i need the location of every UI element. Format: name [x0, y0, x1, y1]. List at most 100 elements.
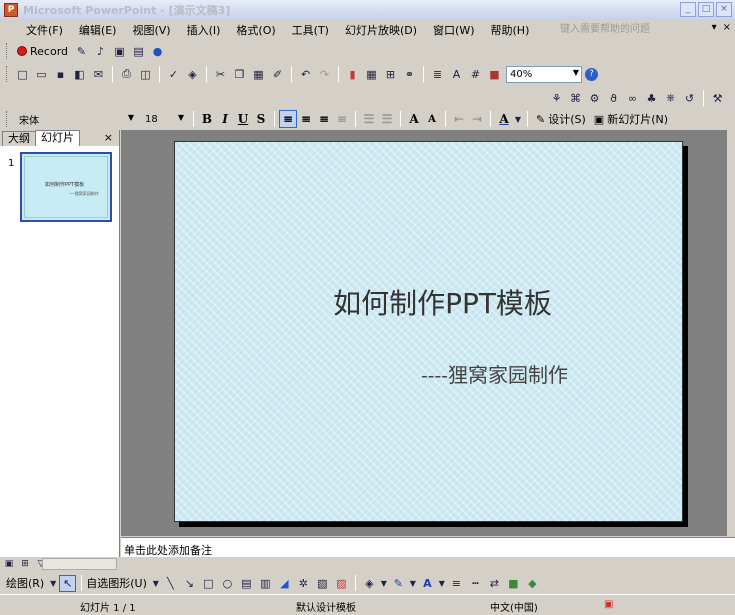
- show-formatting-icon[interactable]: A: [448, 66, 465, 83]
- font-name-select[interactable]: 宋体 ▼: [15, 111, 137, 128]
- animation-tool-3-icon[interactable]: ⚙: [586, 90, 603, 107]
- powerpoint-logo-icon[interactable]: P: [4, 3, 18, 17]
- design-button[interactable]: ✎ 设计(S): [532, 111, 590, 127]
- cut-icon[interactable]: ✂: [212, 66, 229, 83]
- arrow-style-icon[interactable]: ⇄: [486, 575, 503, 592]
- show-grid-icon[interactable]: #: [467, 66, 484, 83]
- animation-tool-9-icon[interactable]: ⚒: [709, 90, 726, 107]
- increase-indent-icon[interactable]: ⇥: [468, 110, 486, 128]
- chevron-down-icon[interactable]: ▼: [409, 575, 417, 592]
- justify-icon[interactable]: ≡: [333, 110, 351, 128]
- permission-icon[interactable]: ◧: [71, 66, 88, 83]
- menu-file[interactable]: 文件(F): [18, 22, 71, 38]
- folder-icon[interactable]: ▤: [130, 43, 147, 60]
- animation-tool-6-icon[interactable]: ♣: [643, 90, 660, 107]
- normal-view-icon[interactable]: ▣: [3, 558, 15, 570]
- font-size-select[interactable]: 18 ▼: [141, 111, 187, 128]
- increase-font-icon[interactable]: A: [405, 110, 423, 128]
- doc-menu-arrow-icon[interactable]: ▾: [712, 22, 717, 33]
- print-preview-icon[interactable]: ◫: [137, 66, 154, 83]
- narration-icon[interactable]: ♪: [92, 43, 109, 60]
- chevron-down-icon[interactable]: ▼: [438, 575, 446, 592]
- vertical-textbox-icon[interactable]: ▥: [257, 575, 274, 592]
- slide-subtitle[interactable]: ----狸窝家园制作: [421, 359, 568, 388]
- line-icon[interactable]: ╲: [162, 575, 179, 592]
- font-color-icon[interactable]: A: [419, 575, 436, 592]
- pen-icon[interactable]: ✎: [73, 43, 90, 60]
- email-icon[interactable]: ✉: [90, 66, 107, 83]
- align-center-icon[interactable]: ≡: [297, 110, 315, 128]
- font-color-icon[interactable]: A: [495, 110, 513, 128]
- animation-tool-7-icon[interactable]: ⎈: [662, 90, 679, 107]
- wordart-icon[interactable]: ◢: [276, 575, 293, 592]
- chevron-down-icon[interactable]: ▼: [152, 575, 160, 592]
- animation-tool-8-icon[interactable]: ↺: [681, 90, 698, 107]
- redo-icon[interactable]: ↷: [316, 66, 333, 83]
- horizontal-scrollbar[interactable]: [42, 558, 117, 570]
- menu-help[interactable]: 帮助(H): [483, 22, 538, 38]
- new-icon[interactable]: □: [14, 66, 31, 83]
- tab-slides[interactable]: 幻灯片: [35, 130, 80, 146]
- align-right-icon[interactable]: ≡: [315, 110, 333, 128]
- draw-menu[interactable]: 绘图(R): [6, 575, 48, 591]
- dash-style-icon[interactable]: ┅: [467, 575, 484, 592]
- decrease-indent-icon[interactable]: ⇤: [450, 110, 468, 128]
- numbering-icon[interactable]: ☰: [360, 110, 378, 128]
- spelling-status-icon[interactable]: ▣: [604, 599, 613, 610]
- line-style-icon[interactable]: ≡: [448, 575, 465, 592]
- minimize-button[interactable]: _: [680, 2, 696, 17]
- toolbar-grip[interactable]: [6, 43, 9, 59]
- research-icon[interactable]: ◈: [184, 66, 201, 83]
- animation-tool-1-icon[interactable]: ⚘: [548, 90, 565, 107]
- insert-chart-icon[interactable]: ▮: [344, 66, 361, 83]
- spelling-icon[interactable]: ✓: [165, 66, 182, 83]
- oval-icon[interactable]: ○: [219, 575, 236, 592]
- help-icon[interactable]: ●: [149, 43, 166, 60]
- copy-icon[interactable]: ❐: [231, 66, 248, 83]
- slide-thumbnail[interactable]: 如何制作PPT模板 ----狸窝家园制作: [20, 152, 112, 222]
- bold-button[interactable]: B: [198, 110, 216, 128]
- menu-format[interactable]: 格式(O): [228, 22, 283, 38]
- menu-edit[interactable]: 编辑(E): [71, 22, 125, 38]
- zoom-select[interactable]: 40% ▼: [506, 65, 582, 83]
- vertical-scrollbar[interactable]: [727, 130, 735, 536]
- fill-color-icon[interactable]: ◈: [361, 575, 378, 592]
- close-icon[interactable]: ×: [104, 131, 113, 144]
- shadow-style-icon[interactable]: ■: [505, 575, 522, 592]
- textbox-icon[interactable]: ▤: [238, 575, 255, 592]
- shadow-button[interactable]: S: [252, 110, 270, 128]
- animation-tool-4-icon[interactable]: ϑ: [605, 90, 622, 107]
- new-slide-button[interactable]: ▣ 新幻灯片(N): [590, 111, 672, 127]
- doc-close-icon[interactable]: ×: [723, 22, 731, 33]
- menu-window[interactable]: 窗口(W): [425, 22, 482, 38]
- menu-view[interactable]: 视图(V): [124, 22, 178, 38]
- expand-all-icon[interactable]: ≣: [429, 66, 446, 83]
- slide-sorter-icon[interactable]: ⊞: [19, 558, 31, 570]
- bullets-icon[interactable]: ☰: [378, 110, 396, 128]
- arrow-icon[interactable]: ↘: [181, 575, 198, 592]
- paste-icon[interactable]: ▦: [250, 66, 267, 83]
- save-icon[interactable]: ▪: [52, 66, 69, 83]
- menu-slideshow[interactable]: 幻灯片放映(D): [337, 22, 425, 38]
- open-icon[interactable]: ▭: [33, 66, 50, 83]
- autoshapes-menu[interactable]: 自选图形(U): [86, 575, 151, 591]
- print-icon[interactable]: ⎙: [118, 66, 135, 83]
- toolbar-grip[interactable]: [6, 111, 9, 127]
- help-circle-icon[interactable]: ?: [585, 67, 598, 81]
- toolbar-grip[interactable]: [6, 66, 9, 82]
- diagram-icon[interactable]: ✲: [295, 575, 312, 592]
- close-window-button[interactable]: ×: [716, 2, 732, 17]
- underline-button[interactable]: U: [234, 110, 252, 128]
- select-pointer-icon[interactable]: ↖: [59, 574, 77, 592]
- align-left-icon[interactable]: ≡: [279, 110, 297, 128]
- color-grayscale-icon[interactable]: ■: [486, 66, 503, 83]
- help-search-input[interactable]: 键入需要帮助的问题: [560, 22, 680, 37]
- slide-title[interactable]: 如何制作PPT模板: [175, 282, 682, 322]
- restore-button[interactable]: □: [698, 2, 714, 17]
- screen-icon[interactable]: ▣: [111, 43, 128, 60]
- hyperlink-icon[interactable]: ⚭: [401, 66, 418, 83]
- record-button[interactable]: Record: [13, 45, 72, 58]
- menu-tools[interactable]: 工具(T): [284, 22, 337, 38]
- animation-tool-5-icon[interactable]: ∞: [624, 90, 641, 107]
- picture-icon[interactable]: ▨: [333, 575, 350, 592]
